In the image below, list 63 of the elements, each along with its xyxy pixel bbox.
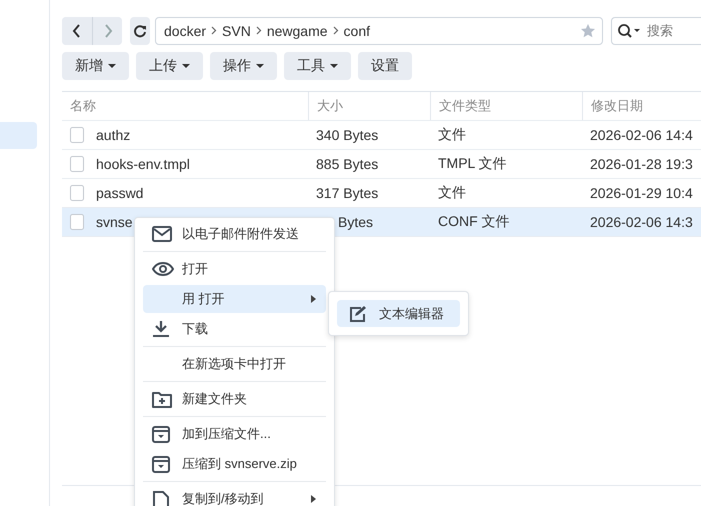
file-type: CONF 文件 xyxy=(438,213,510,231)
menu-item[interactable]: 压缩到 svnserve.zip xyxy=(143,450,326,478)
file-row[interactable]: hooks-env.tmpl 885 Bytes TMPL 文件 2026-01-28 19:3 xyxy=(62,150,701,179)
column-header[interactable]: 名称 xyxy=(62,92,308,120)
chevron-icon xyxy=(332,26,339,35)
menu-item[interactable]: 加到压缩文件... xyxy=(143,420,326,448)
file-size: 317 Bytes xyxy=(316,185,378,201)
archive-icon xyxy=(152,426,170,442)
search-field[interactable]: 搜索 xyxy=(611,16,701,44)
file-size: 885 Bytes xyxy=(316,156,378,172)
eye-icon xyxy=(152,262,174,276)
menu-item[interactable]: 下载 xyxy=(143,315,326,343)
mail-icon xyxy=(152,226,172,242)
toolbar-button[interactable]: 上传 xyxy=(136,52,203,80)
menu-item[interactable]: 复制到/移动到 xyxy=(143,485,326,506)
document-icon xyxy=(152,490,170,506)
menu-item[interactable]: 在新选项卡中打开 xyxy=(143,350,326,378)
column-header[interactable]: 大小 xyxy=(308,92,430,120)
file-type: 文件 xyxy=(438,184,466,202)
folder-plus-icon xyxy=(152,390,172,408)
refresh-icon xyxy=(133,24,147,38)
path-segment[interactable]: newgame xyxy=(266,22,328,38)
toolbar-button[interactable]: 工具 xyxy=(284,52,351,80)
file-name: authz xyxy=(96,127,130,143)
modified-date: 2026-02-06 14:4 xyxy=(590,127,693,143)
menu-item[interactable]: 文本编辑器 xyxy=(337,300,460,327)
toolbar-button[interactable]: 操作 xyxy=(210,52,277,80)
path-field[interactable]: docker SVN newgame conf xyxy=(155,16,603,44)
path-segment[interactable]: conf xyxy=(344,22,370,38)
path-segment[interactable]: docker xyxy=(164,22,206,38)
chevron-icon xyxy=(211,26,218,35)
file-name: svnse xyxy=(96,214,133,230)
file-row[interactable]: authz 340 Bytes 文件 2026-02-06 14:4 xyxy=(62,121,701,150)
chevron-left-icon xyxy=(72,24,82,38)
search-icon[interactable] xyxy=(617,22,641,38)
column-header[interactable]: 文件类型 xyxy=(430,92,582,120)
column-header[interactable]: 修改日期 xyxy=(582,92,701,120)
refresh-button[interactable] xyxy=(130,16,150,44)
star-icon[interactable] xyxy=(580,22,596,38)
modified-date: 2026-01-28 19:3 xyxy=(590,156,693,172)
menu-item[interactable]: 用 打开 xyxy=(143,285,326,313)
modified-date: 2026-01-29 10:4 xyxy=(590,185,693,201)
toolbar-button[interactable]: 设置 xyxy=(358,52,412,80)
file-type: 文件 xyxy=(438,126,466,144)
file-name: hooks-env.tmpl xyxy=(96,156,190,172)
file-icon xyxy=(70,185,84,201)
file-icon xyxy=(70,127,84,143)
download-icon xyxy=(152,321,170,337)
modified-date: 2026-02-06 14:3 xyxy=(590,214,693,230)
toolbar-button[interactable]: 新增 xyxy=(62,52,129,80)
chevron-icon xyxy=(256,26,262,35)
archive-icon xyxy=(152,456,170,472)
menu-item[interactable]: 打开 xyxy=(143,255,326,283)
file-type: TMPL 文件 xyxy=(438,155,507,173)
path-segment[interactable]: SVN xyxy=(222,22,251,38)
edit-icon xyxy=(349,306,367,322)
file-icon xyxy=(70,214,84,230)
file-size: Bytes xyxy=(338,214,374,230)
chevron-right-icon xyxy=(102,24,112,38)
file-name: passwd xyxy=(96,185,144,201)
file-icon xyxy=(70,156,84,172)
menu-item[interactable]: 新建文件夹 xyxy=(143,385,326,413)
file-size: 340 Bytes xyxy=(316,127,378,143)
